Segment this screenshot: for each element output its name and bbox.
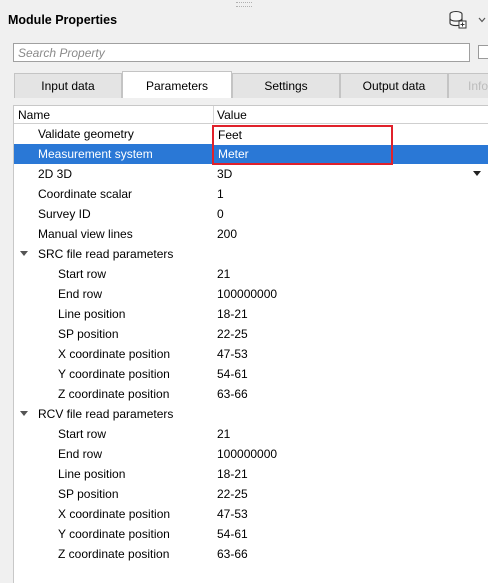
property-grid: Name Value Validate geometry Measurement … xyxy=(13,105,488,583)
property-value[interactable]: 1 xyxy=(217,187,224,201)
property-value[interactable]: 200 xyxy=(217,227,237,241)
property-name: X coordinate position xyxy=(58,347,171,361)
header-value[interactable]: Value xyxy=(217,108,247,122)
property-row[interactable]: 2D 3D 3D xyxy=(14,164,488,184)
property-name: End row xyxy=(58,447,103,461)
property-value[interactable]: 0 xyxy=(217,207,224,221)
property-name: End row xyxy=(58,287,103,301)
property-name: X coordinate position xyxy=(58,507,171,521)
property-row[interactable]: SP position 22-25 xyxy=(14,484,488,504)
property-row[interactable]: Z coordinate position 63-66 xyxy=(14,384,488,404)
panel-title: Module Properties xyxy=(8,13,118,27)
property-row[interactable]: Z coordinate position 63-66 xyxy=(14,544,488,564)
tab-output-data[interactable]: Output data xyxy=(340,73,448,98)
property-name: Z coordinate position xyxy=(58,387,170,401)
property-value[interactable]: 22-25 xyxy=(217,327,248,341)
property-name: Start row xyxy=(58,427,107,441)
property-value[interactable]: 47-53 xyxy=(217,347,248,361)
tab-settings[interactable]: Settings xyxy=(232,73,340,98)
group-row[interactable]: SRC file read parameters xyxy=(14,244,488,264)
property-name: SP position xyxy=(58,487,119,501)
property-row[interactable]: Survey ID 0 xyxy=(14,204,488,224)
property-name: Z coordinate position xyxy=(58,547,170,561)
property-name: Measurement system xyxy=(38,147,153,161)
property-name: Line position xyxy=(58,307,126,321)
combo-dropdown-icon[interactable] xyxy=(473,171,481,176)
property-name: Coordinate scalar xyxy=(38,187,133,201)
property-name: Y coordinate position xyxy=(58,527,170,541)
property-value[interactable]: 100000000 xyxy=(217,447,277,461)
property-row[interactable]: X coordinate position 47-53 xyxy=(14,344,488,364)
property-row[interactable]: Y coordinate position 54-61 xyxy=(14,524,488,544)
property-row[interactable]: Start row 21 xyxy=(14,264,488,284)
chevron-down-icon[interactable] xyxy=(476,14,488,26)
property-value[interactable]: 54-61 xyxy=(217,527,248,541)
caret-down-icon[interactable] xyxy=(20,251,28,256)
property-name: Validate geometry xyxy=(38,127,134,141)
database-icon[interactable] xyxy=(449,10,467,30)
property-row[interactable]: Y coordinate position 54-61 xyxy=(14,364,488,384)
property-value[interactable]: 3D xyxy=(217,167,232,181)
property-value[interactable]: 47-53 xyxy=(217,507,248,521)
property-name: Survey ID xyxy=(38,207,91,221)
property-name: Start row xyxy=(58,267,107,281)
property-value[interactable]: 22-25 xyxy=(217,487,248,501)
property-row[interactable]: Line position 18-21 xyxy=(14,464,488,484)
property-value[interactable]: 100000000 xyxy=(217,287,277,301)
tab-input-data[interactable]: Input data xyxy=(14,73,122,98)
tab-bar: Input data Parameters Settings Output da… xyxy=(14,71,488,99)
property-value[interactable]: 63-66 xyxy=(217,547,248,561)
property-name: RCV file read parameters xyxy=(38,407,174,421)
tab-info[interactable]: Info xyxy=(448,73,488,98)
property-row[interactable]: Manual view lines 200 xyxy=(14,224,488,244)
header-name[interactable]: Name xyxy=(18,108,50,122)
property-name: Manual view lines xyxy=(38,227,133,241)
caret-down-icon[interactable] xyxy=(20,411,28,416)
property-name: 2D 3D xyxy=(38,167,73,181)
property-row[interactable]: Start row 21 xyxy=(14,424,488,444)
property-name: SP position xyxy=(58,327,119,341)
property-value[interactable]: 21 xyxy=(217,267,230,281)
tab-parameters[interactable]: Parameters xyxy=(122,71,232,98)
property-row[interactable]: End row 100000000 xyxy=(14,284,488,304)
property-name: Y coordinate position xyxy=(58,367,170,381)
property-name: Line position xyxy=(58,467,126,481)
property-value[interactable]: 21 xyxy=(217,427,230,441)
property-name: SRC file read parameters xyxy=(38,247,174,261)
group-row[interactable]: RCV file read parameters xyxy=(14,404,488,424)
property-row[interactable]: SP position 22-25 xyxy=(14,324,488,344)
property-row[interactable]: Line position 18-21 xyxy=(14,304,488,324)
filter-checkbox[interactable] xyxy=(478,45,488,59)
property-row[interactable]: Coordinate scalar 1 xyxy=(14,184,488,204)
search-property-input[interactable] xyxy=(13,43,470,62)
property-value[interactable]: 63-66 xyxy=(217,387,248,401)
property-value[interactable]: 18-21 xyxy=(217,467,248,481)
highlight-box xyxy=(212,125,393,165)
property-value[interactable]: 54-61 xyxy=(217,367,248,381)
header-divider[interactable] xyxy=(213,106,214,123)
panel-drag-grip[interactable] xyxy=(236,2,252,7)
property-value[interactable]: 18-21 xyxy=(217,307,248,321)
grid-header: Name Value xyxy=(14,106,488,124)
property-row[interactable]: X coordinate position 47-53 xyxy=(14,504,488,524)
property-row[interactable]: End row 100000000 xyxy=(14,444,488,464)
